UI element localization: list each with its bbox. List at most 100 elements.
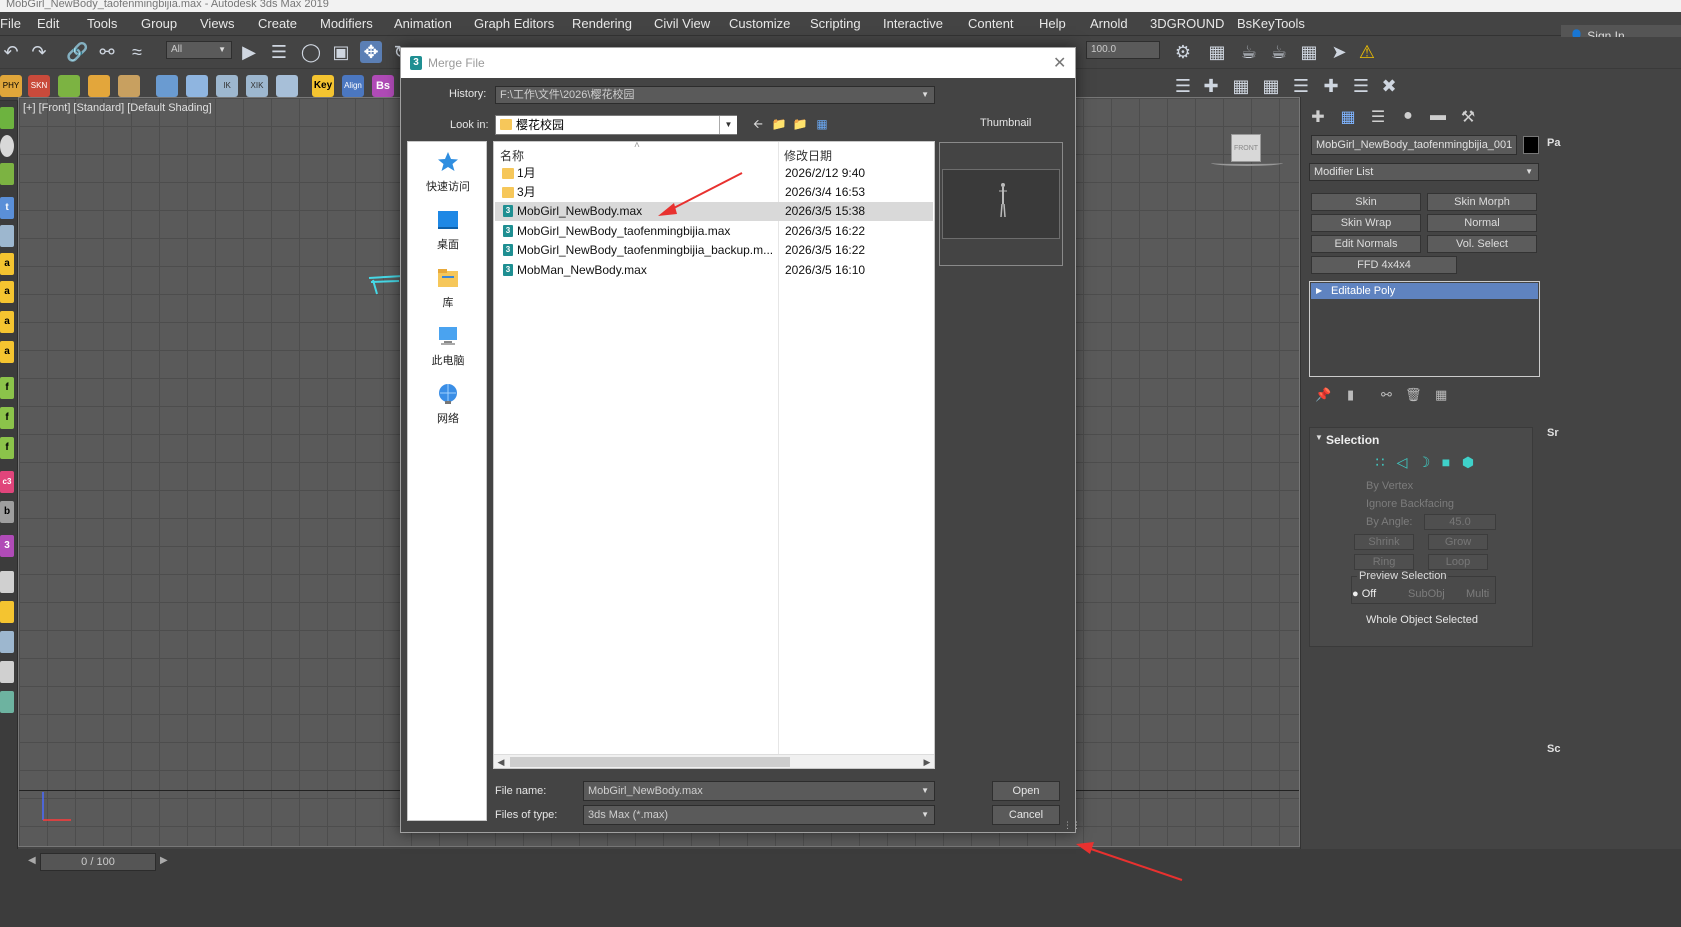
motion-tab-icon[interactable]: ●: [1397, 107, 1419, 127]
files-of-type-dropdown[interactable]: 3ds Max (*.max) ▼: [583, 805, 935, 825]
script-a-button-3[interactable]: a: [0, 311, 14, 333]
create-tab-icon[interactable]: ✚: [1307, 107, 1329, 127]
search-tool-icon[interactable]: [0, 225, 14, 247]
ik-button[interactable]: IK: [216, 75, 238, 97]
rendered-frame-icon[interactable]: ▦: [1206, 41, 1228, 63]
menu-tools[interactable]: Tools: [87, 16, 117, 31]
menu-content[interactable]: Content: [968, 16, 1014, 31]
menu-help[interactable]: Help: [1039, 16, 1066, 31]
modifier-list-dropdown[interactable]: Modifier List ▼: [1309, 163, 1539, 181]
pin-stack-icon[interactable]: 📌: [1315, 387, 1331, 403]
add-to-layer-icon[interactable]: ✚: [1320, 75, 1342, 97]
time-slider[interactable]: 0 / 100: [40, 853, 156, 871]
window-crossing-icon[interactable]: ▣: [330, 41, 352, 63]
add-layer-icon[interactable]: ✚: [1200, 75, 1222, 97]
chevron-down-icon[interactable]: ▼: [719, 116, 737, 134]
modifier-stack[interactable]: Editable Poly: [1309, 281, 1540, 377]
menu-modifiers[interactable]: Modifiers: [320, 16, 373, 31]
layer-tool-button[interactable]: [118, 75, 140, 97]
place-libraries[interactable]: 库: [408, 266, 488, 310]
align-button[interactable]: Align: [342, 75, 364, 97]
script-t-button[interactable]: t: [0, 197, 14, 219]
plane-tool-button[interactable]: [186, 75, 208, 97]
column-header-name[interactable]: 名称: [500, 147, 524, 164]
border-icon[interactable]: ☽: [1416, 454, 1432, 470]
script-3-button[interactable]: 3: [0, 535, 14, 557]
menu-civil-view[interactable]: Civil View: [654, 16, 710, 31]
file-row[interactable]: 3 MobGirl_NewBody_taofenmingbijia_backup…: [495, 241, 933, 260]
stack-icon[interactable]: ☰: [1172, 75, 1194, 97]
angle-spinner[interactable]: 45.0: [1424, 514, 1496, 530]
can-tool-button[interactable]: [276, 75, 298, 97]
freeze-icon[interactable]: ☰: [1350, 75, 1372, 97]
layer-explorer-icon[interactable]: ▦: [1260, 75, 1282, 97]
spinner-field[interactable]: 100.0: [1086, 41, 1160, 59]
bone-tool-button[interactable]: [88, 75, 110, 97]
place-desktop[interactable]: 桌面: [408, 208, 488, 252]
bind-space-warp-icon[interactable]: ≈: [126, 41, 148, 63]
menu-edit[interactable]: Edit: [37, 16, 59, 31]
edit-normals-button[interactable]: Edit Normals: [1311, 235, 1421, 253]
menu-3dground[interactable]: 3DGROUND: [1150, 16, 1224, 31]
scroll-right-icon[interactable]: ▶: [920, 755, 934, 768]
preview-multi-radio[interactable]: Multi: [1466, 588, 1489, 600]
select-by-name-icon[interactable]: ☰: [268, 41, 290, 63]
side-panel-label-3[interactable]: Sc: [1547, 743, 1560, 755]
menu-bskeytools[interactable]: BsKeyTools: [1237, 16, 1305, 31]
collapse-arrow-icon[interactable]: ▼: [1315, 433, 1323, 442]
preview-off-radio[interactable]: ● Off: [1352, 588, 1376, 600]
unlink-icon[interactable]: ⚯: [96, 41, 118, 63]
undo-icon[interactable]: ↶: [0, 41, 22, 63]
side-panel-label-1[interactable]: Pa: [1547, 137, 1560, 149]
script-f-button-1[interactable]: f: [0, 377, 14, 399]
xik-button[interactable]: XIK: [246, 75, 268, 97]
display-tab-icon[interactable]: ▬: [1427, 107, 1449, 127]
coins-tool-icon[interactable]: [0, 601, 14, 623]
cancel-button[interactable]: Cancel: [992, 805, 1060, 825]
resize-grip-icon[interactable]: ⋮⋮: [1063, 820, 1081, 831]
modify-tab-icon[interactable]: ▦: [1337, 107, 1359, 127]
menu-customize[interactable]: Customize: [729, 16, 790, 31]
mountain-tool-button[interactable]: [156, 75, 178, 97]
ring-button[interactable]: Ring: [1354, 554, 1414, 570]
configure-sets-icon[interactable]: ▦: [1435, 387, 1447, 403]
loop-button[interactable]: Loop: [1428, 554, 1488, 570]
bs-button[interactable]: Bs: [372, 75, 394, 97]
object-color-swatch[interactable]: [1523, 136, 1539, 154]
script-b-button[interactable]: b: [0, 501, 14, 523]
viewport-label[interactable]: [+] [Front] [Standard] [Default Shading]: [23, 102, 212, 114]
menu-interactive[interactable]: Interactive: [883, 16, 943, 31]
link-icon[interactable]: 🔗: [66, 41, 88, 63]
skin-modifier-button[interactable]: Skin: [1311, 193, 1421, 211]
column-header-date[interactable]: 修改日期: [784, 147, 832, 164]
timeline-prev-icon[interactable]: ◀: [28, 855, 36, 866]
redo-icon[interactable]: ↷: [28, 41, 50, 63]
hierarchy-tab-icon[interactable]: ☰: [1367, 107, 1389, 127]
skeleton-tool-icon[interactable]: [0, 691, 14, 713]
key-button[interactable]: Key: [312, 75, 334, 97]
script-icon[interactable]: ➤: [1328, 41, 1350, 63]
utilities-tab-icon[interactable]: ⚒: [1457, 107, 1479, 127]
side-panel-label-2[interactable]: Sr: [1547, 427, 1559, 439]
shrink-button[interactable]: Shrink: [1354, 534, 1414, 550]
new-folder-icon[interactable]: 📁: [792, 116, 808, 132]
grow-button[interactable]: Grow: [1428, 534, 1488, 550]
up-folder-icon[interactable]: 📁: [771, 116, 787, 132]
look-in-dropdown[interactable]: 樱花校园: [495, 115, 737, 135]
script-a-button-1[interactable]: a: [0, 253, 14, 275]
menu-arnold[interactable]: Arnold: [1090, 16, 1128, 31]
menu-create[interactable]: Create: [258, 16, 297, 31]
layers-tool-icon[interactable]: [0, 631, 14, 653]
list-tool-icon[interactable]: [0, 571, 14, 593]
place-quick-access[interactable]: 快速访问: [408, 150, 488, 194]
show-end-result-icon[interactable]: ▮: [1347, 387, 1354, 403]
hide-icon[interactable]: ✖: [1378, 75, 1400, 97]
edge-icon[interactable]: ◁: [1394, 454, 1410, 470]
view-menu-icon[interactable]: ▦: [814, 116, 830, 132]
render-setup-icon[interactable]: ⚙: [1172, 41, 1194, 63]
menu-graph-editors[interactable]: Graph Editors: [474, 16, 554, 31]
vol-select-button[interactable]: Vol. Select: [1427, 235, 1537, 253]
history-dropdown[interactable]: F:\工作\文件\2026\樱花校园 ▼: [495, 86, 935, 104]
object-name-field[interactable]: MobGirl_NewBody_taofenmingbijia_001: [1311, 135, 1517, 155]
by-angle-checkbox[interactable]: By Angle:: [1366, 516, 1412, 528]
